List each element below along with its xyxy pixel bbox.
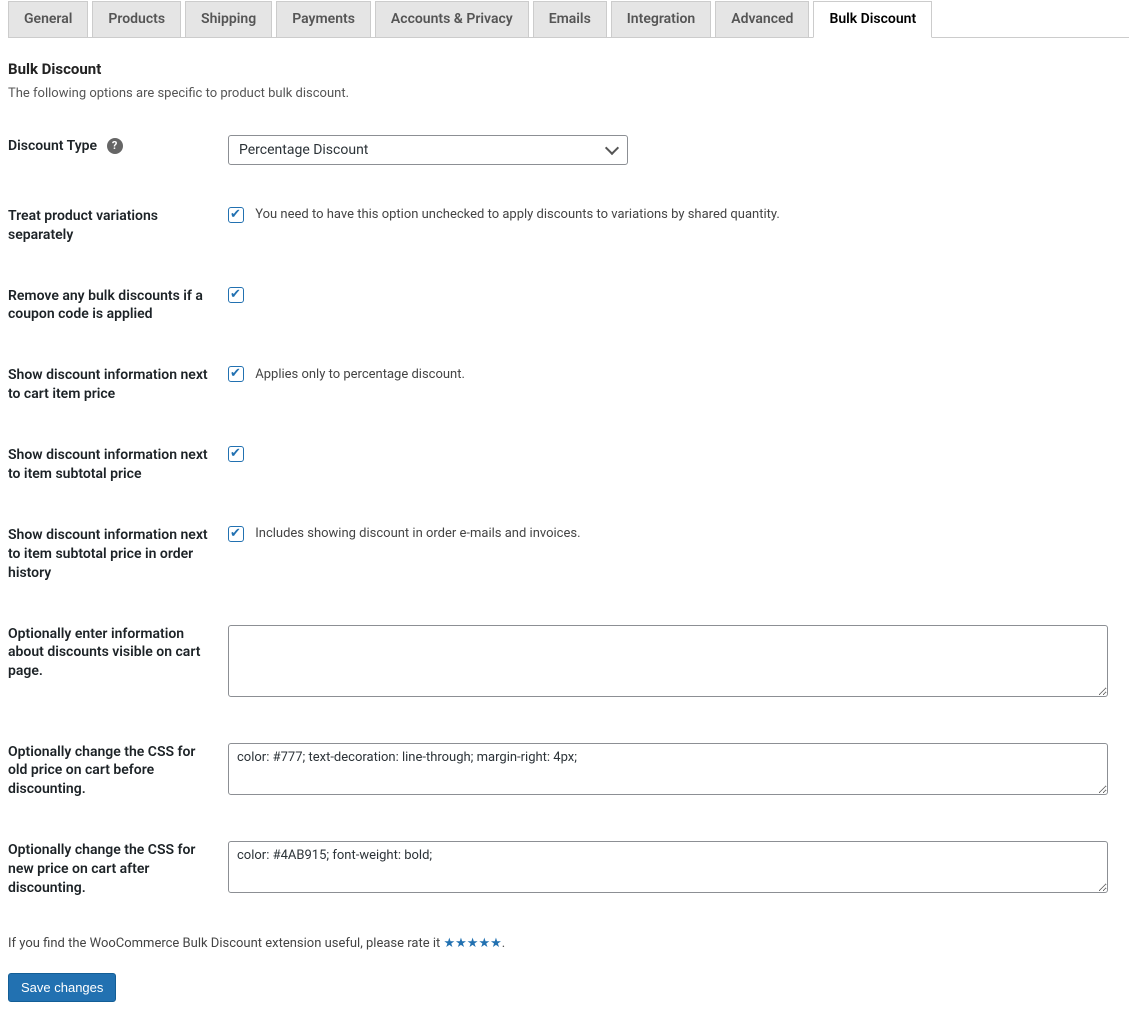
treat-variations-checkbox[interactable]	[228, 207, 244, 223]
discount-type-label: Discount Type	[8, 138, 97, 154]
treat-variations-label: Treat product variations separately	[8, 189, 228, 269]
tab-integration[interactable]: Integration	[611, 1, 711, 38]
discount-type-value: Percentage Discount	[229, 136, 627, 164]
help-icon[interactable]: ?	[107, 138, 123, 154]
tab-products[interactable]: Products	[92, 1, 181, 38]
show-next-cart-desc: Applies only to percentage discount.	[255, 367, 465, 382]
tab-payments[interactable]: Payments	[276, 1, 371, 38]
cart-info-textarea[interactable]	[228, 625, 1108, 697]
page-description: The following options are specific to pr…	[8, 86, 1129, 101]
css-old-label: Optionally change the CSS for old price …	[8, 725, 228, 824]
show-next-subtotal-label: Show discount information next to item s…	[8, 428, 228, 508]
rate-line: If you find the WooCommerce Bulk Discoun…	[8, 936, 1129, 951]
discount-type-select[interactable]: Percentage Discount	[228, 135, 628, 165]
settings-tabs: General Products Shipping Payments Accou…	[8, 0, 1129, 38]
show-next-cart-label: Show discount information next to cart i…	[8, 348, 228, 428]
tab-accounts-privacy[interactable]: Accounts & Privacy	[375, 1, 529, 38]
remove-on-coupon-label: Remove any bulk discounts if a coupon co…	[8, 269, 228, 349]
tab-bulk-discount[interactable]: Bulk Discount	[813, 1, 932, 38]
star-icon: ★★★★★	[443, 936, 501, 951]
css-new-textarea[interactable]	[228, 841, 1108, 893]
tab-advanced[interactable]: Advanced	[715, 1, 809, 38]
remove-on-coupon-checkbox[interactable]	[228, 287, 244, 303]
show-next-cart-checkbox[interactable]	[228, 366, 244, 382]
rate-suffix: .	[502, 936, 505, 951]
show-next-subtotal-checkbox[interactable]	[228, 446, 244, 462]
rate-prefix: If you find the WooCommerce Bulk Discoun…	[8, 936, 443, 951]
tab-shipping[interactable]: Shipping	[185, 1, 272, 38]
tab-general[interactable]: General	[8, 1, 88, 38]
show-next-subtotal-history-desc: Includes showing discount in order e-mai…	[255, 526, 580, 541]
page-title: Bulk Discount	[8, 60, 1129, 78]
show-next-subtotal-history-checkbox[interactable]	[228, 526, 244, 542]
save-button[interactable]: Save changes	[8, 973, 116, 1002]
show-next-subtotal-history-label: Show discount information next to item s…	[8, 508, 228, 607]
treat-variations-desc: You need to have this option unchecked t…	[255, 207, 780, 222]
cart-info-label: Optionally enter information about disco…	[8, 607, 228, 725]
css-new-label: Optionally change the CSS for new price …	[8, 823, 228, 922]
tab-emails[interactable]: Emails	[533, 1, 607, 38]
rate-link[interactable]: ★★★★★	[443, 936, 501, 951]
css-old-textarea[interactable]	[228, 743, 1108, 795]
